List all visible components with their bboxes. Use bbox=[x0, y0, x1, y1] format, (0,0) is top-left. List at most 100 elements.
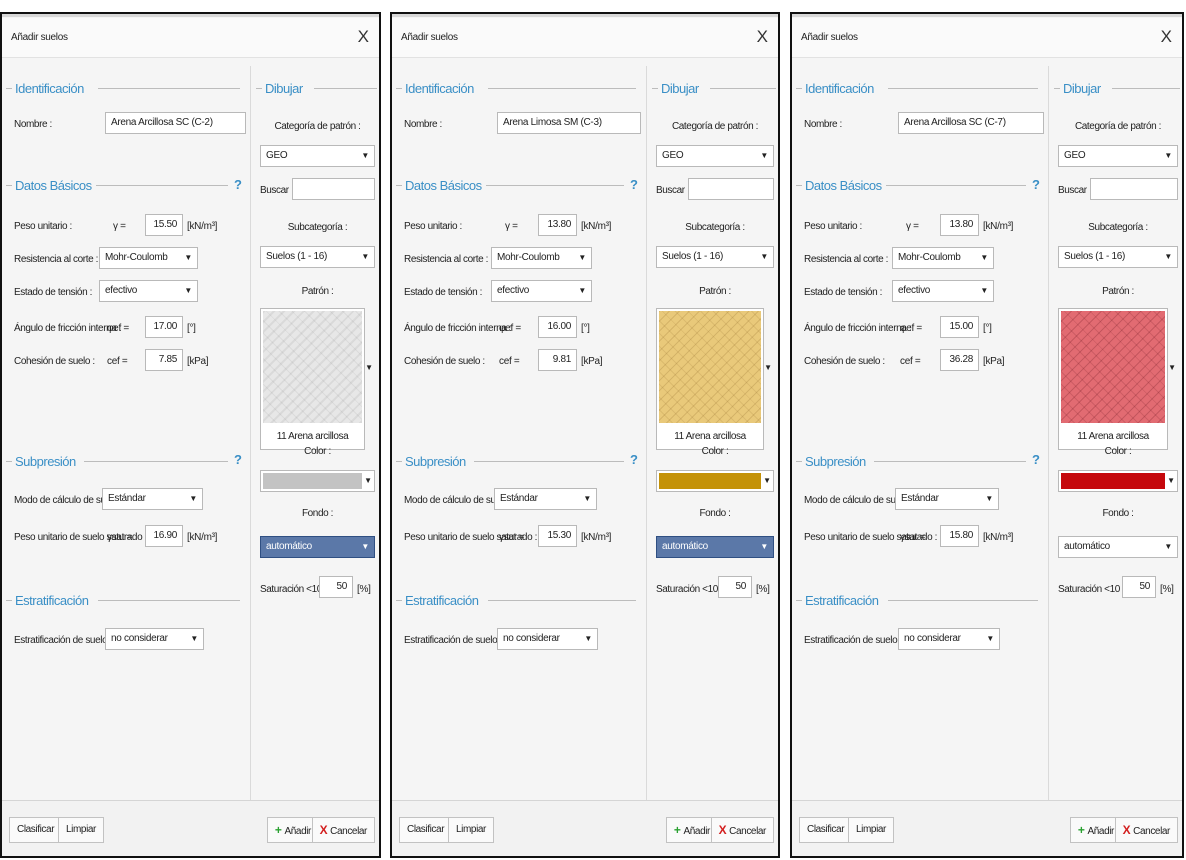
categoria-select[interactable]: GEO ▼ bbox=[1058, 145, 1178, 167]
cohesion-label: Cohesión de suelo : bbox=[14, 356, 95, 367]
modo-subpresion-select[interactable]: Estándar ▼ bbox=[102, 488, 203, 510]
buscar-input[interactable] bbox=[688, 178, 774, 200]
peso-saturado-input[interactable]: 15.30 bbox=[538, 525, 577, 547]
color-picker[interactable]: ▼ bbox=[260, 470, 375, 492]
resistencia-label: Resistencia al corte : bbox=[14, 254, 99, 265]
cancelar-button[interactable]: X Cancelar bbox=[710, 817, 774, 843]
close-icon[interactable]: X bbox=[757, 27, 768, 47]
clasificar-button[interactable]: Clasificar bbox=[399, 817, 453, 843]
buscar-label: Buscar : bbox=[1058, 185, 1092, 196]
help-icon[interactable]: ? bbox=[234, 452, 242, 467]
angulo-input[interactable]: 16.00 bbox=[538, 316, 577, 338]
estado-value: efectivo bbox=[898, 285, 931, 296]
cohesion-input[interactable]: 9.81 bbox=[538, 349, 577, 371]
estratificacion-select[interactable]: no considerar ▼ bbox=[105, 628, 204, 650]
estado-select[interactable]: efectivo ▼ bbox=[491, 280, 592, 302]
modo-subpresion-select[interactable]: Estándar ▼ bbox=[895, 488, 999, 510]
limpiar-button[interactable]: Limpiar bbox=[848, 817, 894, 843]
peso-saturado-input[interactable]: 16.90 bbox=[145, 525, 183, 547]
cancelar-label: Cancelar bbox=[729, 826, 766, 837]
clasificar-button[interactable]: Clasificar bbox=[799, 817, 853, 843]
fondo-select[interactable]: automático ▼ bbox=[1058, 536, 1178, 558]
clasificar-button[interactable]: Clasificar bbox=[9, 817, 63, 843]
nombre-label: Nombre : bbox=[14, 119, 52, 130]
fondo-select[interactable]: automático ▼ bbox=[260, 536, 375, 558]
cancel-icon: X bbox=[319, 823, 328, 837]
saturacion-input[interactable]: 50 bbox=[319, 576, 353, 598]
resistencia-select[interactable]: Mohr-Coulomb ▼ bbox=[99, 247, 198, 269]
unit-kn-m3: [kN/m³] bbox=[581, 221, 612, 232]
cancelar-button[interactable]: X Cancelar bbox=[311, 817, 375, 843]
buscar-input[interactable] bbox=[1090, 178, 1178, 200]
pattern-picker[interactable]: 11 Arena arcillosa ▼ bbox=[1058, 308, 1176, 450]
peso-unitario-input[interactable]: 13.80 bbox=[538, 214, 577, 236]
chevron-down-icon: ▼ bbox=[1164, 252, 1172, 261]
angulo-input[interactable]: 17.00 bbox=[145, 316, 183, 338]
help-icon[interactable]: ? bbox=[630, 452, 638, 467]
limpiar-button[interactable]: Limpiar bbox=[448, 817, 494, 843]
section-title: Datos Básicos bbox=[805, 178, 882, 193]
angulo-input[interactable]: 15.00 bbox=[940, 316, 979, 338]
subcategoria-select[interactable]: Suelos (1 - 16) ▼ bbox=[656, 246, 774, 268]
limpiar-button[interactable]: Limpiar bbox=[58, 817, 104, 843]
help-icon[interactable]: ? bbox=[1032, 177, 1040, 192]
section-title: Subpresión bbox=[805, 454, 866, 469]
resistencia-select[interactable]: Mohr-Coulomb ▼ bbox=[892, 247, 994, 269]
unit-kpa: [kPa] bbox=[581, 356, 603, 367]
subcategoria-select[interactable]: Suelos (1 - 16) ▼ bbox=[1058, 246, 1178, 268]
chevron-down-icon: ▼ bbox=[986, 634, 994, 643]
peso-unitario-input[interactable]: 13.80 bbox=[940, 214, 979, 236]
cohesion-input[interactable]: 36.28 bbox=[940, 349, 979, 371]
chevron-down-icon: ▼ bbox=[361, 542, 369, 551]
saturacion-input[interactable]: 50 bbox=[1122, 576, 1156, 598]
help-icon[interactable]: ? bbox=[234, 177, 242, 192]
section-dibujar: Dibujar bbox=[1050, 81, 1182, 97]
pattern-picker[interactable]: 11 Arena arcillosa ▼ bbox=[260, 308, 373, 450]
subcategoria-select[interactable]: Suelos (1 - 16) ▼ bbox=[260, 246, 375, 268]
estado-select[interactable]: efectivo ▼ bbox=[99, 280, 198, 302]
estratificacion-select[interactable]: no considerar ▼ bbox=[898, 628, 1000, 650]
modo-subpresion-select[interactable]: Estándar ▼ bbox=[494, 488, 597, 510]
nombre-input[interactable]: Arena Limosa SM (C-3) bbox=[497, 112, 641, 134]
section-title: Identificación bbox=[805, 81, 874, 96]
section-identificacion: Identificación bbox=[2, 81, 250, 97]
peso-unitario-input[interactable]: 15.50 bbox=[145, 214, 183, 236]
help-icon[interactable]: ? bbox=[1032, 452, 1040, 467]
peso-unitario-label: Peso unitario : bbox=[14, 221, 72, 232]
categoria-select[interactable]: GEO ▼ bbox=[260, 145, 375, 167]
gamma-sat-symbol: γsat = bbox=[499, 532, 525, 543]
section-title: Dibujar bbox=[265, 81, 303, 96]
section-title: Dibujar bbox=[661, 81, 699, 96]
fondo-select[interactable]: automático ▼ bbox=[656, 536, 774, 558]
fondo-label: Fondo : bbox=[699, 508, 731, 519]
cancelar-button[interactable]: X Cancelar bbox=[1114, 817, 1178, 843]
saturacion-input[interactable]: 50 bbox=[718, 576, 752, 598]
patron-label: Patrón : bbox=[699, 286, 731, 297]
chevron-down-icon: ▼ bbox=[578, 253, 586, 262]
angulo-label: Ángulo de fricción interna : bbox=[804, 323, 912, 334]
estado-select[interactable]: efectivo ▼ bbox=[892, 280, 994, 302]
estratificacion-select[interactable]: no considerar ▼ bbox=[497, 628, 598, 650]
nombre-input[interactable]: Arena Arcillosa SC (C-7) bbox=[898, 112, 1044, 134]
add-icon: + bbox=[274, 823, 282, 837]
pattern-picker[interactable]: 11 Arena arcillosa ▼ bbox=[656, 308, 772, 450]
color-picker[interactable]: ▼ bbox=[656, 470, 774, 492]
clasificar-label: Clasificar bbox=[17, 824, 55, 835]
help-icon[interactable]: ? bbox=[630, 177, 638, 192]
peso-saturado-input[interactable]: 15.80 bbox=[940, 525, 979, 547]
section-title: Subpresión bbox=[405, 454, 466, 469]
buscar-label: Buscar : bbox=[656, 185, 690, 196]
resistencia-select[interactable]: Mohr-Coulomb ▼ bbox=[491, 247, 592, 269]
buscar-input[interactable] bbox=[292, 178, 375, 200]
nombre-input[interactable]: Arena Arcillosa SC (C-2) bbox=[105, 112, 246, 134]
cancel-icon: X bbox=[1122, 823, 1131, 837]
categoria-value: GEO bbox=[266, 150, 288, 161]
cohesion-input[interactable]: 7.85 bbox=[145, 349, 183, 371]
phi-symbol: φef = bbox=[107, 323, 129, 334]
close-icon[interactable]: X bbox=[1161, 27, 1172, 47]
color-picker[interactable]: ▼ bbox=[1058, 470, 1178, 492]
close-icon[interactable]: X bbox=[358, 27, 369, 47]
section-subpresion: Subpresión bbox=[392, 454, 646, 470]
categoria-select[interactable]: GEO ▼ bbox=[656, 145, 774, 167]
peso-saturado-value: 16.90 bbox=[153, 530, 177, 541]
